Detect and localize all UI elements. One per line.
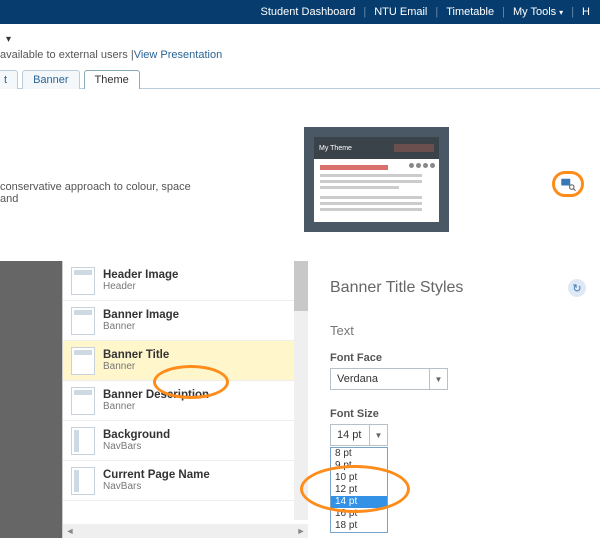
nav-separator: |	[359, 6, 370, 18]
font-size-option[interactable]: 8 pt	[331, 448, 387, 460]
nav-my-tools[interactable]: My Tools	[509, 6, 567, 18]
item-subtitle: Banner	[103, 401, 209, 412]
font-size-option[interactable]: 9 pt	[331, 460, 387, 472]
tabs: t Banner Theme	[0, 69, 600, 89]
magnifier-icon	[559, 175, 577, 193]
preview-zoom-button[interactable]	[552, 171, 584, 197]
font-face-label: Font Face	[330, 352, 578, 364]
tab-truncated[interactable]: t	[0, 70, 18, 89]
element-icon	[71, 307, 95, 335]
font-size-label: Font Size	[330, 408, 578, 420]
item-title: Background	[103, 429, 170, 441]
element-icon	[71, 267, 95, 295]
chevron-down-icon: ▼	[429, 369, 447, 389]
element-icon	[71, 347, 95, 375]
properties-panel: ↻ Banner Title Styles Text Font Face Ver…	[308, 261, 600, 538]
view-presentation-link[interactable]: View Presentation	[134, 49, 222, 61]
section-text: Text	[330, 323, 578, 338]
font-size-option[interactable]: 10 pt	[331, 472, 387, 484]
element-icon	[71, 467, 95, 495]
item-subtitle: Banner	[103, 321, 179, 332]
nav-separator: |	[567, 6, 578, 18]
item-title: Current Page Name	[103, 469, 210, 481]
list-item[interactable]: Banner DescriptionBanner	[63, 381, 294, 421]
dropdown-toggle[interactable]: ▾	[6, 34, 600, 45]
font-size-option[interactable]: 16 pt	[331, 508, 387, 520]
font-size-dropdown[interactable]: 8 pt9 pt10 pt12 pt14 pt16 pt18 pt	[330, 447, 388, 533]
theme-description: conservative approach to colour, space a…	[0, 181, 200, 205]
list-item[interactable]: Banner ImageBanner	[63, 301, 294, 341]
editor-pane: Header ImageHeaderBanner ImageBannerBann…	[0, 261, 600, 538]
element-icon	[71, 387, 95, 415]
preview-sidebar	[0, 261, 62, 538]
font-size-option[interactable]: 18 pt	[331, 520, 387, 532]
theme-thumbnail[interactable]: My Theme	[304, 127, 449, 232]
refresh-button[interactable]: ↻	[568, 279, 586, 297]
tab-theme[interactable]: Theme	[84, 70, 140, 89]
item-subtitle: NavBars	[103, 441, 170, 452]
font-face-select[interactable]: Verdana ▼	[330, 368, 448, 390]
nav-separator: |	[431, 6, 442, 18]
item-title: Banner Description	[103, 389, 209, 401]
list-item[interactable]: Header ImageHeader	[63, 261, 294, 301]
panel-title: Banner Title Styles	[330, 279, 578, 297]
element-icon	[71, 427, 95, 455]
nav-truncated[interactable]: H	[578, 6, 594, 18]
list-item[interactable]: Banner TitleBanner	[63, 341, 294, 381]
item-title: Banner Title	[103, 349, 169, 361]
list-item[interactable]: Current Page NameNavBars	[63, 461, 294, 501]
font-size-option[interactable]: 14 pt	[331, 496, 387, 508]
item-title: Header Image	[103, 269, 178, 281]
nav-ntu-email[interactable]: NTU Email	[370, 6, 431, 18]
item-title: Banner Image	[103, 309, 179, 321]
horizontal-scrollbar[interactable]: ◄►	[63, 524, 308, 538]
tab-banner[interactable]: Banner	[22, 70, 79, 89]
nav-separator: |	[498, 6, 509, 18]
chevron-down-icon: ▼	[369, 425, 387, 445]
element-list: Header ImageHeaderBanner ImageBannerBann…	[62, 261, 308, 538]
item-subtitle: NavBars	[103, 481, 210, 492]
nav-student-dashboard[interactable]: Student Dashboard	[257, 6, 360, 18]
item-subtitle: Header	[103, 281, 178, 292]
item-subtitle: Banner	[103, 361, 169, 372]
list-item[interactable]: BackgroundNavBars	[63, 421, 294, 461]
vertical-scrollbar[interactable]	[294, 261, 308, 520]
theme-area: conservative approach to colour, space a…	[0, 89, 600, 259]
nav-timetable[interactable]: Timetable	[442, 6, 498, 18]
font-size-select[interactable]: 14 pt ▼	[330, 424, 388, 446]
font-size-option[interactable]: 12 pt	[331, 484, 387, 496]
availability-line: available to external users |View Presen…	[0, 49, 600, 61]
top-nav: Student Dashboard | NTU Email | Timetabl…	[0, 0, 600, 24]
